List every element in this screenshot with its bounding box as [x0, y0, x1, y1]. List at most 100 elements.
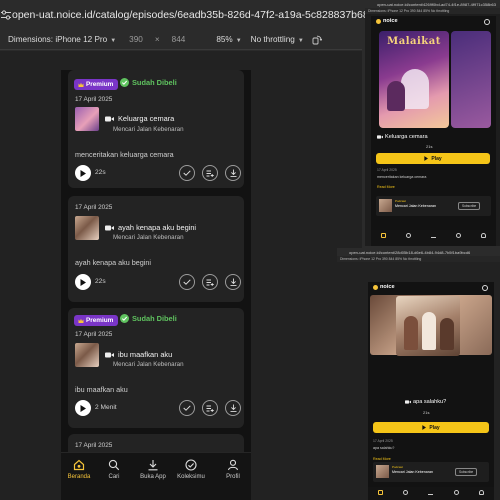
- purchased-status: Sudah Dibeli: [120, 78, 177, 87]
- podcast-card[interactable]: Podcast Mencari Jalan Kebenaran Subscrib…: [373, 462, 489, 482]
- throttle-value: No throttling: [250, 35, 295, 44]
- nav-item-collection[interactable]: Koleksimu: [173, 459, 209, 480]
- device-label: Dimensions: iPhone 12 Pro: [8, 35, 108, 44]
- nav-label: Profil: [226, 474, 240, 480]
- phone-screen: Premium Sudah Dibeli 17 April 2025 Kelua…: [61, 70, 251, 500]
- search-icon[interactable]: [403, 490, 409, 495]
- queue-icon: [206, 405, 214, 412]
- profile-icon[interactable]: [481, 233, 486, 238]
- profile-icon: [227, 459, 239, 471]
- queue-icon: [206, 279, 214, 286]
- add-to-queue-button[interactable]: [202, 400, 218, 416]
- home-icon[interactable]: [378, 490, 384, 495]
- preview-play-button[interactable]: Play: [373, 422, 489, 433]
- premium-badge: Premium: [74, 315, 119, 326]
- podcast-name: Mencari Jalan Kebenaran: [113, 361, 184, 368]
- zoom-value: 85%: [216, 35, 233, 44]
- cover-backdrop: [451, 31, 491, 128]
- subscribe-button[interactable]: Subscribe: [458, 202, 481, 210]
- download-icon: [230, 278, 236, 286]
- episode-date: 17 April 2025: [75, 204, 113, 211]
- site-settings-icon[interactable]: [0, 10, 12, 20]
- download-icon[interactable]: [428, 490, 434, 495]
- add-to-queue-button[interactable]: [202, 274, 218, 290]
- episode-card[interactable]: Premium Sudah Dibeli 17 April 2025 ibu m…: [68, 308, 244, 428]
- width-input[interactable]: 390: [129, 35, 143, 44]
- nav-item-profile[interactable]: Profil: [215, 459, 251, 480]
- episode-duration: 22s: [95, 169, 106, 176]
- zoom-select[interactable]: 85% ▼: [216, 35, 241, 44]
- download-button[interactable]: [225, 165, 241, 181]
- share-icon[interactable]: [482, 285, 488, 291]
- episode-duration: 22s: [95, 278, 106, 285]
- play-button[interactable]: [75, 400, 91, 416]
- nav-item-open-app[interactable]: Buka App: [135, 459, 171, 480]
- read-more-link[interactable]: Read More: [373, 457, 391, 461]
- check-circle-icon: [120, 78, 129, 87]
- podcast-name: Mencari Jalan Kebenaran: [113, 126, 184, 133]
- episode-title-text: ayah kenapa aku begini: [118, 223, 197, 232]
- video-icon: [405, 400, 411, 404]
- height-input[interactable]: 844: [172, 35, 186, 44]
- episode-thumbnail[interactable]: [75, 216, 99, 240]
- preview-title: apa salahku?: [405, 399, 446, 405]
- address-field[interactable]: open-uat.noice.id/catalog/episodes/6eadb…: [12, 9, 375, 21]
- premium-badge: Premium: [74, 79, 119, 90]
- episode-card[interactable]: 17 April 2025 ayah kenapa aku begini Men…: [68, 196, 244, 302]
- episode-thumbnail[interactable]: [75, 107, 99, 131]
- nav-item-search[interactable]: Cari: [96, 459, 132, 480]
- mark-played-button[interactable]: [179, 165, 195, 181]
- subscribe-button[interactable]: Subscribe: [455, 468, 478, 476]
- purchased-label: Sudah Dibeli: [132, 78, 177, 87]
- nav-item-home[interactable]: Beranda: [61, 459, 97, 480]
- episode-title[interactable]: ayah kenapa aku begini: [105, 223, 196, 232]
- preview-url[interactable]: open-uat.noice.id/content/28d05b18-d6e6-…: [337, 248, 500, 256]
- mark-played-button[interactable]: [179, 274, 195, 290]
- rotate-icon[interactable]: [312, 35, 322, 45]
- episode-cover: Malaikat: [379, 31, 449, 128]
- download-icon[interactable]: [431, 233, 436, 238]
- premium-label: Premium: [86, 317, 114, 324]
- podcast-name: Mencari Jalan Kebenaran: [395, 204, 436, 208]
- download-button[interactable]: [225, 400, 241, 416]
- episode-title[interactable]: Keluarga cemara: [105, 114, 174, 123]
- purchased-label: Sudah Dibeli: [132, 314, 177, 323]
- search-icon[interactable]: [406, 233, 411, 238]
- preview-window-top: open-uat.noice.id/content/4269f0bd-ad74-…: [365, 0, 500, 246]
- preview-bottom-navigation: [368, 487, 494, 500]
- search-icon: [108, 459, 120, 471]
- play-button[interactable]: [75, 165, 91, 181]
- check-icon: [183, 279, 191, 285]
- play-icon: [80, 404, 86, 412]
- preview-play-button[interactable]: Play: [376, 153, 490, 164]
- collection-icon[interactable]: [453, 490, 459, 495]
- download-button[interactable]: [225, 274, 241, 290]
- check-icon: [183, 405, 191, 411]
- episode-title-text: Keluarga cemara: [118, 114, 175, 123]
- podcast-card[interactable]: Podcast Mencari Jalan Kebenaran Subscrib…: [376, 196, 491, 216]
- device-select[interactable]: Dimensions: iPhone 12 Pro ▼: [8, 35, 116, 44]
- episode-date: 17 April 2025: [75, 442, 113, 449]
- collection-icon[interactable]: [456, 233, 461, 238]
- play-button[interactable]: [75, 274, 91, 290]
- episode-thumbnail[interactable]: [75, 343, 99, 367]
- video-icon: [377, 135, 383, 139]
- episode-card[interactable]: Premium Sudah Dibeli 17 April 2025 Kelua…: [68, 70, 244, 188]
- episode-title[interactable]: ibu maafkan aku: [105, 350, 172, 359]
- add-to-queue-button[interactable]: [202, 165, 218, 181]
- preview-duration: 21s: [423, 410, 430, 415]
- purchased-status: Sudah Dibeli: [120, 314, 177, 323]
- share-icon[interactable]: [484, 19, 490, 25]
- nav-label: Buka App: [140, 474, 166, 480]
- home-icon[interactable]: [381, 233, 386, 238]
- episode-date: 17 April 2025: [75, 96, 113, 103]
- preview-url[interactable]: open-uat.noice.id/content/4269f0bd-ad74-…: [365, 0, 500, 8]
- video-icon: [105, 116, 114, 121]
- nav-label: Beranda: [67, 474, 91, 480]
- read-more-link[interactable]: Read More: [377, 185, 395, 189]
- preview-bottom-navigation: [371, 230, 496, 246]
- mark-played-button[interactable]: [179, 400, 195, 416]
- throttle-select[interactable]: No throttling ▼: [251, 35, 304, 44]
- profile-icon[interactable]: [478, 490, 484, 495]
- episode-description: ayah kenapa aku begini: [75, 258, 151, 267]
